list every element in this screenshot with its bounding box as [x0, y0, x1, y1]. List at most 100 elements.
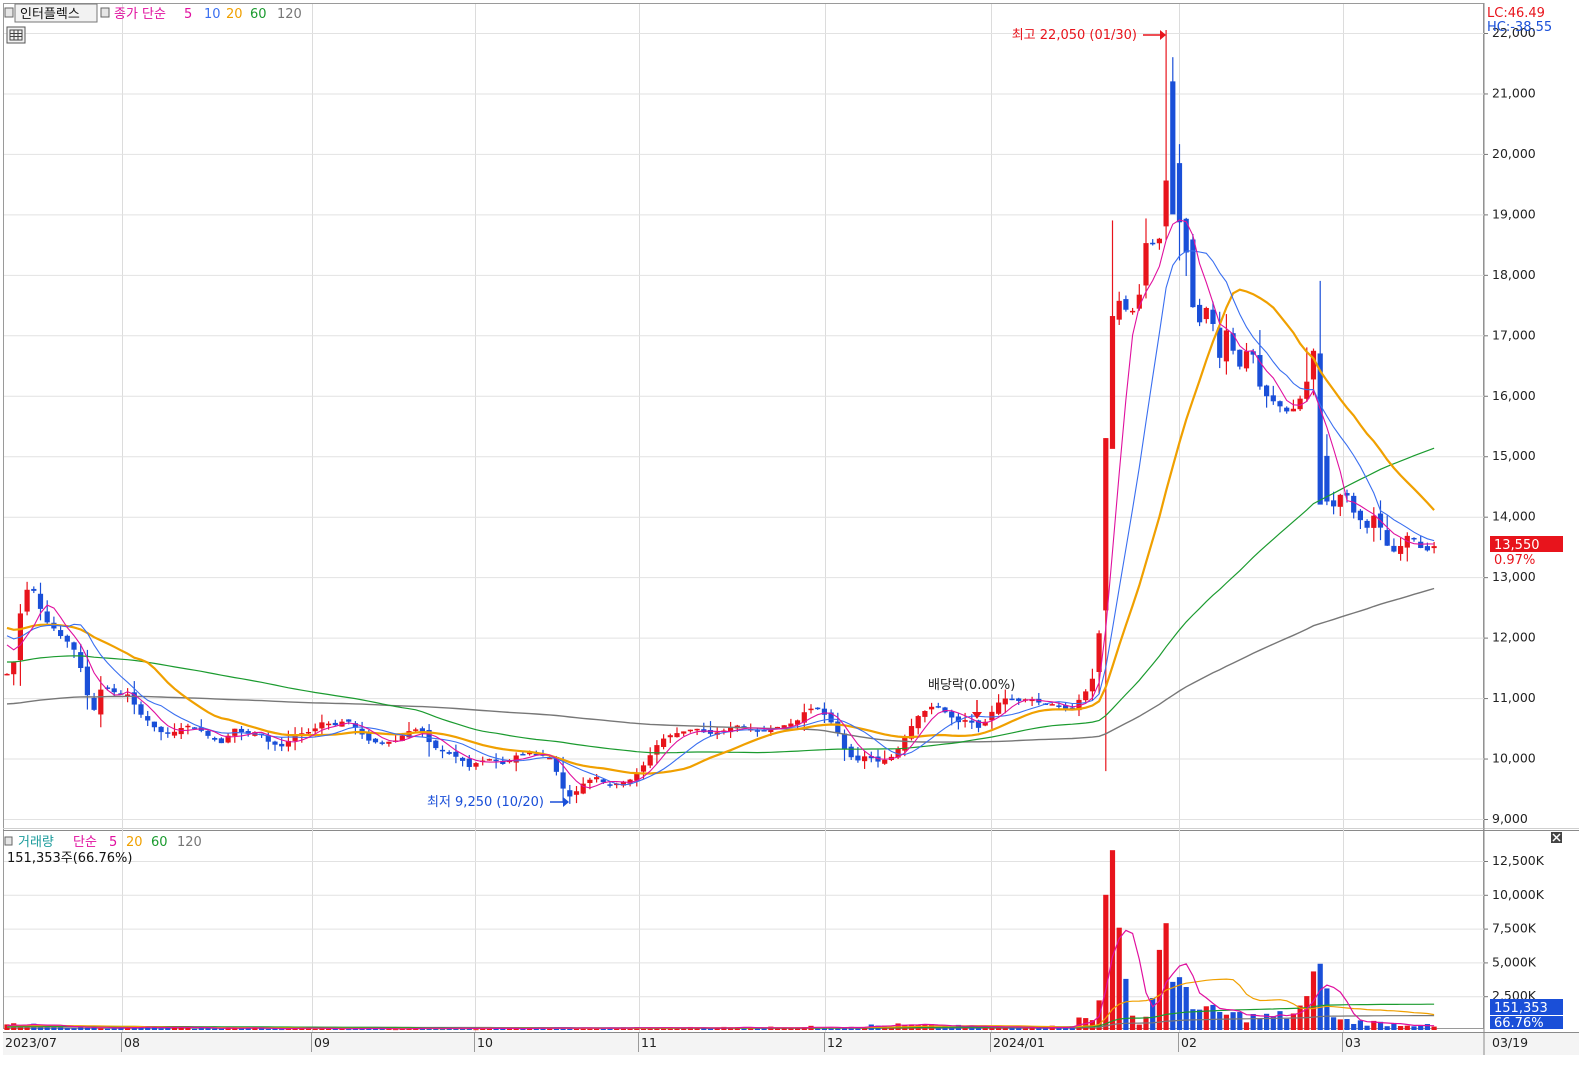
candle [1237, 349, 1243, 370]
volume-bar [1136, 1024, 1142, 1030]
volume-bar [1331, 1017, 1337, 1030]
chart-canvas[interactable]: 9,000 10,000 11,000 12,000 13,000 14,000 15,00… [0, 0, 1579, 1065]
candle-body [1324, 455, 1330, 502]
volume-legend-120: 120 [177, 835, 202, 850]
candle-body [1243, 351, 1250, 369]
candle-body [882, 759, 888, 764]
price-tick-label: 14,000 [1492, 509, 1536, 524]
volume-bar [1022, 1028, 1028, 1030]
volume-bar [1404, 1025, 1410, 1030]
volume-bar [326, 1028, 332, 1030]
dividend-annotation-text: 배당락(0.00%) [928, 678, 1015, 693]
volume-bar [64, 1028, 70, 1030]
candle-body [815, 707, 821, 710]
x-tick-label: 2023/07 [5, 1035, 57, 1050]
candle-body [996, 702, 1002, 714]
current-volume: 151,353 [1494, 1001, 1548, 1016]
candle-body [158, 726, 164, 733]
x-tick-label: 10 [477, 1035, 493, 1050]
candle-body [78, 652, 84, 668]
candle-body [1418, 541, 1424, 548]
price-tick-label: 13,000 [1492, 569, 1536, 584]
price-tick-label: 10,000 [1492, 751, 1536, 766]
candle-body [1277, 401, 1283, 407]
stock-name: 인터플렉스 [20, 7, 80, 22]
current-volume-ratio: 66.76% [1494, 1016, 1544, 1031]
chart-background [0, 0, 1579, 1065]
candle-body [24, 589, 30, 612]
volume-bar [212, 1028, 218, 1030]
volume-bar [1237, 1012, 1243, 1030]
table-view-icon[interactable] [6, 26, 26, 44]
candle-body [11, 662, 17, 675]
volume-bar [1431, 1026, 1437, 1030]
candle-body [560, 772, 566, 789]
x-tick-label: 2024/01 [993, 1035, 1045, 1050]
volume-bar [1103, 894, 1109, 1030]
candle-body [466, 758, 472, 767]
candle-body [1284, 407, 1290, 412]
candle-body [312, 728, 318, 732]
volume-bar [473, 1029, 479, 1031]
volume-bar [84, 1027, 90, 1030]
price-tick-label: 16,000 [1492, 388, 1536, 403]
candle-body [855, 755, 861, 761]
legend-marker [4, 7, 14, 18]
candle-body [929, 706, 935, 710]
candle-body [1230, 333, 1236, 351]
candle-body [835, 721, 841, 733]
candle-body [165, 732, 171, 734]
candle-body [1197, 304, 1203, 323]
candle-body [386, 741, 392, 744]
candle-body [1364, 520, 1370, 528]
candle-body [1371, 515, 1377, 528]
candle-body [1123, 299, 1129, 310]
close-panel-icon[interactable] [1551, 832, 1562, 843]
volume-bar [1243, 1022, 1250, 1030]
volume-bar [1257, 1018, 1263, 1030]
current-price: 13,550 [1494, 538, 1540, 553]
candle-body [1163, 180, 1169, 227]
ma-legend-5: 5 [184, 7, 192, 22]
volume-bar [1230, 1012, 1236, 1030]
x-tick-label: 12 [827, 1035, 843, 1050]
candle-body [640, 765, 647, 772]
volume-bar [104, 1028, 111, 1030]
volume-bar [1411, 1026, 1417, 1030]
volume-bar [1384, 1026, 1390, 1030]
candle-body [44, 611, 50, 623]
candle-body [1237, 349, 1243, 367]
candle-body [84, 666, 90, 696]
volume-tick-label: 10,000K [1492, 887, 1545, 902]
candle-body [841, 733, 848, 749]
candle-body [647, 755, 653, 766]
volume-legend-5: 5 [109, 835, 117, 850]
candle-body [1203, 307, 1209, 320]
volume-bar [594, 1028, 600, 1030]
volume-bar [748, 1028, 754, 1030]
candle-body [1391, 545, 1397, 552]
candle-body [848, 746, 854, 758]
candle-body [1116, 300, 1122, 320]
ma-legend-20: 20 [226, 7, 243, 22]
candle-body [1170, 81, 1176, 215]
candle-body [460, 757, 466, 761]
candle-body [520, 753, 526, 756]
candle-body [1183, 218, 1189, 253]
candle-body [192, 727, 198, 729]
volume-bar [1210, 1004, 1216, 1030]
candle-body [1223, 330, 1229, 362]
price-tick-label: 12,000 [1492, 630, 1536, 645]
candle-body [862, 756, 868, 762]
candle-body [1270, 395, 1276, 402]
price-legend: 인터플렉스 종가 단순 5 10 20 60 120 [4, 3, 302, 23]
candle-body [674, 733, 680, 738]
ma-legend-10: 10 [204, 7, 221, 22]
volume-bar [1123, 978, 1129, 1030]
volume-bar [1364, 1025, 1370, 1030]
candle-body [151, 721, 157, 728]
volume-bar [1424, 1024, 1430, 1030]
volume-bar [1418, 1025, 1424, 1030]
candle-body [37, 593, 44, 609]
candle-body [1304, 381, 1310, 399]
